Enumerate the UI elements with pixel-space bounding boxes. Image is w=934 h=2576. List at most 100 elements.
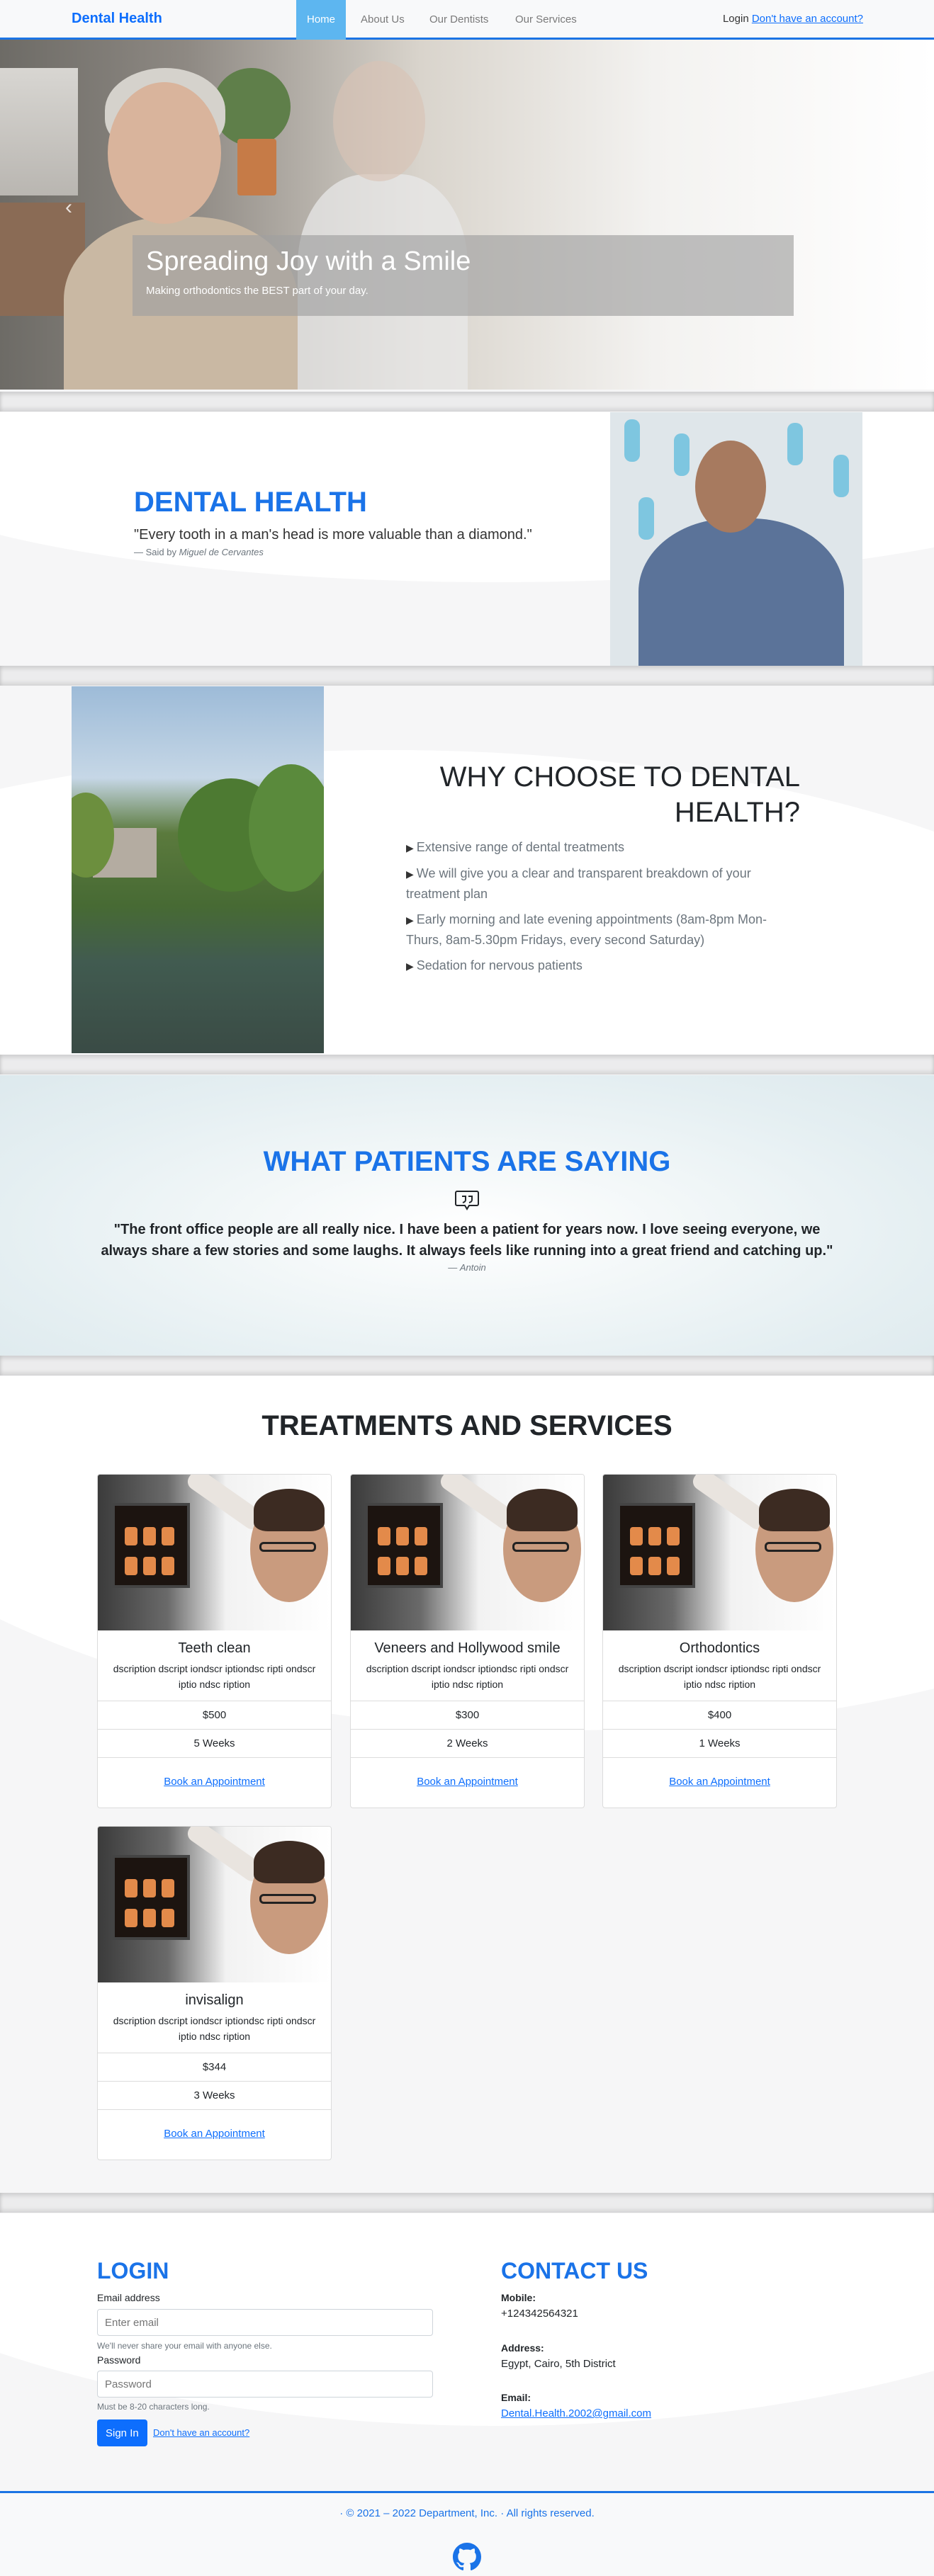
- xray-tooth: [162, 1557, 174, 1575]
- section-divider: [0, 392, 934, 412]
- book-appointment-row: Book an Appointment: [98, 2109, 331, 2157]
- dentist-glasses: [765, 1542, 821, 1552]
- dentist-hair: [254, 1489, 325, 1531]
- brand-logo[interactable]: Dental Health: [72, 11, 162, 27]
- password-input[interactable]: [97, 2371, 433, 2398]
- service-image: [351, 1475, 584, 1630]
- email-contact-link[interactable]: Dental.Health.2002@gmail.com: [501, 2407, 651, 2419]
- xray-tooth: [143, 1879, 156, 1897]
- service-duration: 1 Weeks: [603, 1729, 836, 1757]
- service-name: Veneers and Hollywood smile: [374, 1640, 561, 1656]
- xray-tooth: [125, 1909, 137, 1927]
- signup-link[interactable]: Don't have an account?: [153, 2427, 249, 2438]
- hero-image-shelf: [0, 68, 78, 195]
- dentist-hair: [254, 1841, 325, 1883]
- xray-board: [112, 1855, 190, 1940]
- testimonial-section: WHAT PATIENTS ARE SAYING "The front offi…: [0, 1075, 934, 1356]
- login-label: Login: [722, 13, 749, 25]
- email-help: We'll never share your email with anyone…: [97, 2341, 272, 2351]
- xray-tooth: [143, 1527, 156, 1545]
- xray-tooth: [162, 1879, 174, 1897]
- book-appointment-link[interactable]: Book an Appointment: [164, 1776, 265, 1788]
- about-quote: "Every tooth in a man's head is more val…: [134, 527, 532, 543]
- why-item-text: Extensive range of dental treatments: [416, 840, 624, 854]
- mobile-value: +124342564321: [501, 2308, 578, 2320]
- testimonial-title: WHAT PATIENTS ARE SAYING: [263, 1146, 671, 1177]
- why-section: WHY CHOOSE TO DENTAL HEALTH? ▶ Extensive …: [0, 686, 934, 1055]
- nav-login: Login Don't have an account?: [723, 13, 863, 25]
- author-name: Antoin: [459, 1262, 486, 1273]
- dentist-hair: [759, 1489, 830, 1531]
- xray-board: [365, 1503, 443, 1588]
- why-item-text: Sedation for nervous patients: [416, 958, 583, 972]
- testimonial-author: — Antoin: [0, 1262, 934, 1273]
- book-appointment-row: Book an Appointment: [98, 1757, 331, 1805]
- service-description: dscription dscript iondscr iptiondsc rip…: [113, 2015, 316, 2042]
- nav-our-services[interactable]: Our Services: [505, 0, 587, 40]
- hero-title: Spreading Joy with a Smile: [146, 246, 471, 276]
- sign-in-button[interactable]: Sign In: [97, 2419, 147, 2446]
- treatments-section: TREATMENTS AND SERVICES Teeth clean dscr…: [0, 1376, 934, 2192]
- why-item-text: Early morning and late evening appointme…: [406, 912, 767, 947]
- nav-home[interactable]: Home: [296, 0, 347, 40]
- book-appointment-link[interactable]: Book an Appointment: [417, 1776, 518, 1788]
- service-duration: 5 Weeks: [98, 1729, 331, 1757]
- xray-tooth: [162, 1527, 174, 1545]
- xray-board: [617, 1503, 695, 1588]
- treatments-title: TREATMENTS AND SERVICES: [261, 1410, 673, 1441]
- why-list: ▶ Extensive range of dental treatments ▶ W…: [406, 837, 803, 982]
- service-name: Teeth clean: [178, 1640, 251, 1656]
- address-value: Egypt, Cairo, 5th District: [501, 2358, 616, 2370]
- about-attribution: — Said by Miguel de Cervantes: [134, 547, 264, 557]
- signup-link[interactable]: Don't have an account?: [752, 13, 863, 25]
- service-name: invisalign: [185, 1992, 244, 2008]
- service-description: dscription dscript iondscr iptiondsc rip…: [618, 1663, 821, 1690]
- lake-image: [72, 686, 324, 1053]
- xray-tooth: [143, 1909, 156, 1927]
- xray-tooth: [378, 1557, 390, 1575]
- quote-bubble-icon: [455, 1191, 479, 1210]
- section-divider: [0, 666, 934, 686]
- caret-right-icon: ▶: [406, 960, 414, 972]
- book-appointment-link[interactable]: Book an Appointment: [164, 2128, 265, 2140]
- email-label: Email address: [97, 2292, 160, 2303]
- xray-tooth: [378, 1527, 390, 1545]
- attribution-prefix: — Said by: [134, 547, 179, 557]
- carousel-prev-icon[interactable]: ‹: [65, 195, 72, 220]
- xray-tooth: [162, 1909, 174, 1927]
- cactus-pattern: [624, 419, 640, 462]
- why-item-text: We will give you a clear and transparent…: [406, 866, 751, 901]
- hero-image-pot: [237, 139, 276, 195]
- author-prefix: —: [448, 1262, 460, 1273]
- hero-image-patient-face: [108, 82, 221, 224]
- cactus-pattern: [638, 497, 654, 540]
- service-duration: 2 Weeks: [351, 1729, 584, 1757]
- hero-image-doctor-head: [333, 61, 425, 181]
- xray-tooth: [667, 1557, 680, 1575]
- why-title: WHY CHOOSE TO DENTAL HEALTH?: [439, 761, 800, 828]
- service-price: $344: [98, 2053, 331, 2081]
- book-appointment-link[interactable]: Book an Appointment: [669, 1776, 770, 1788]
- nav-about-us[interactable]: About Us: [350, 0, 415, 40]
- github-icon[interactable]: [453, 2543, 481, 2571]
- login-contact-section: LOGIN Email address We'll never share yo…: [0, 2213, 934, 2491]
- man-shirt: [638, 518, 844, 666]
- why-item: ▶ Sedation for nervous patients: [406, 955, 803, 976]
- footer: · © 2021 – 2022 Department, Inc. · All r…: [0, 2491, 934, 2576]
- section-divider: [0, 1055, 934, 1074]
- service-image: [98, 1827, 331, 1982]
- navbar: Dental Health Home About Us Our Dentists…: [0, 0, 934, 40]
- xray-tooth: [396, 1527, 409, 1545]
- mobile-label: Mobile:: [501, 2292, 536, 2303]
- man-face: [695, 441, 766, 533]
- email-input[interactable]: [97, 2309, 433, 2336]
- caret-right-icon: ▶: [406, 914, 414, 926]
- nav-our-dentists[interactable]: Our Dentists: [419, 0, 499, 40]
- xray-tooth: [415, 1557, 427, 1575]
- service-image: [98, 1475, 331, 1630]
- caret-right-icon: ▶: [406, 842, 414, 853]
- testimonial-quote: "The front office people are all really …: [101, 1222, 833, 1259]
- about-title: DENTAL HEALTH: [134, 487, 367, 518]
- service-description: dscription dscript iondscr iptiondsc rip…: [366, 1663, 569, 1690]
- password-label: Password: [97, 2354, 141, 2366]
